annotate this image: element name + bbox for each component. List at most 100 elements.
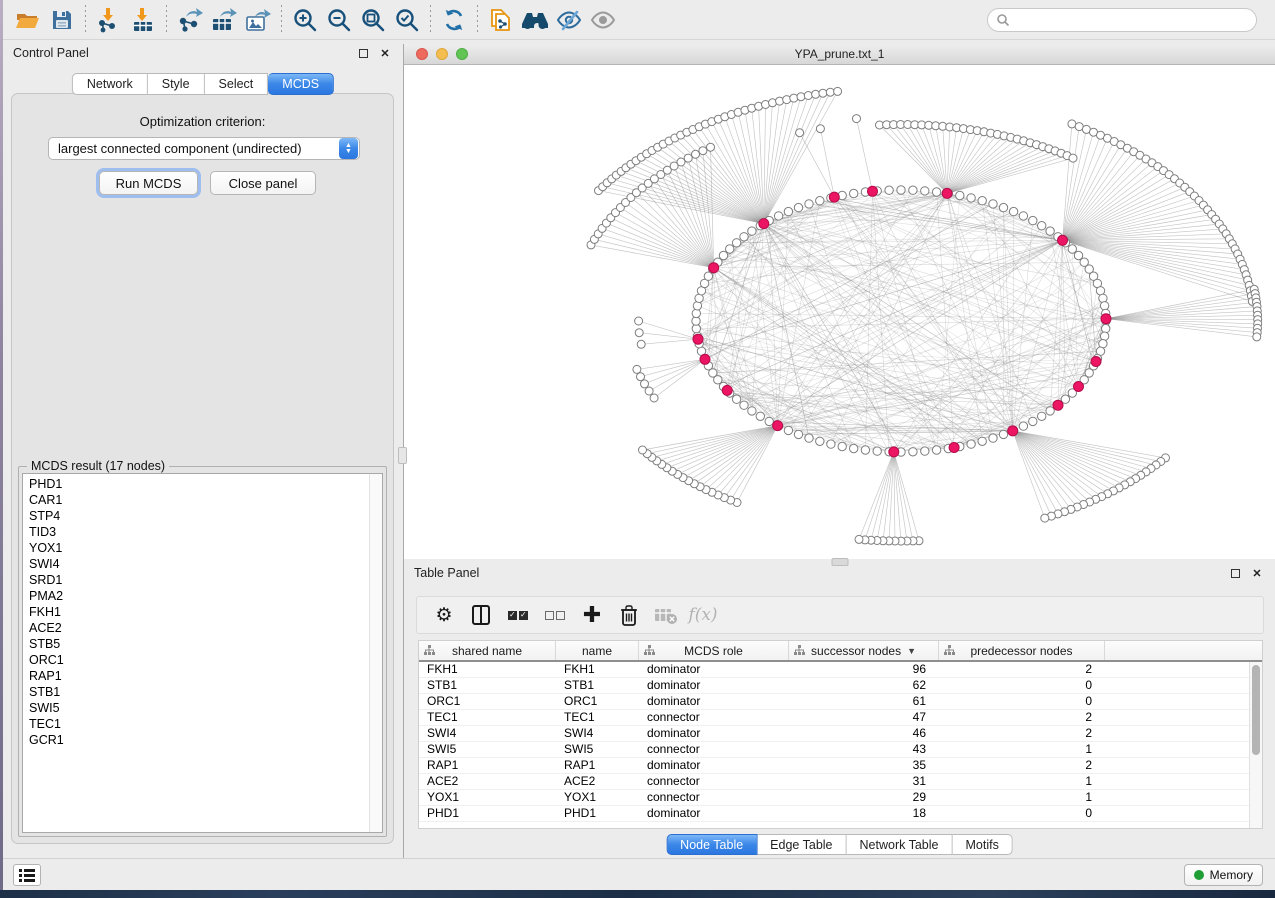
criterion-dropdown[interactable]: largest connected component (undirected)…	[48, 137, 360, 160]
column-header-successor-nodes[interactable]: successor nodes▼	[789, 641, 939, 660]
graph-node-selected[interactable]	[759, 219, 769, 229]
graph-node[interactable]	[921, 187, 929, 195]
graph-node[interactable]	[805, 200, 813, 208]
graph-node[interactable]	[635, 317, 643, 325]
graph-node[interactable]	[932, 446, 940, 454]
graph-node[interactable]	[873, 447, 881, 455]
graph-node[interactable]	[1046, 407, 1054, 415]
graph-node[interactable]	[1038, 222, 1046, 230]
mcds-list-scrollbar[interactable]	[369, 474, 382, 832]
hide-selected-icon[interactable]	[552, 6, 586, 34]
graph-node[interactable]	[637, 340, 645, 348]
save-icon[interactable]	[45, 6, 79, 34]
graph-node-selected[interactable]	[1101, 314, 1111, 324]
graph-node-selected[interactable]	[829, 192, 839, 202]
graph-node[interactable]	[633, 365, 641, 373]
delete-icon[interactable]	[616, 602, 642, 628]
graph-node[interactable]	[909, 448, 917, 456]
mcds-result-item[interactable]: YOX1	[23, 540, 368, 556]
graph-node[interactable]	[855, 535, 863, 543]
graph-node[interactable]	[740, 401, 748, 409]
graph-node[interactable]	[834, 87, 842, 95]
export-image-icon[interactable]	[241, 6, 275, 34]
graph-node[interactable]	[932, 188, 940, 196]
table-row[interactable]: PHD1PHD1dominator180	[419, 806, 1249, 822]
table-row[interactable]: SWI4SWI4dominator462	[419, 726, 1249, 742]
mcds-result-item[interactable]: GCR1	[23, 732, 368, 748]
export-network-icon[interactable]	[173, 6, 207, 34]
graph-node[interactable]	[639, 446, 647, 454]
float-panel-icon[interactable]	[355, 45, 371, 61]
import-table-icon[interactable]	[126, 6, 160, 34]
graph-node[interactable]	[794, 430, 802, 438]
graph-node[interactable]	[748, 407, 756, 415]
deselect-all-icon[interactable]	[542, 602, 568, 628]
graph-node[interactable]	[816, 125, 824, 133]
graph-node[interactable]	[677, 158, 685, 166]
graph-node[interactable]	[1009, 207, 1017, 215]
close-table-panel-icon[interactable]: ✕	[1249, 565, 1265, 581]
graph-node-selected[interactable]	[1058, 235, 1068, 245]
mcds-result-item[interactable]: TEC1	[23, 716, 368, 732]
graph-node[interactable]	[853, 115, 861, 123]
mcds-result-item[interactable]: FKH1	[23, 604, 368, 620]
tab-network-table[interactable]: Network Table	[847, 834, 953, 855]
graph-node[interactable]	[635, 329, 643, 337]
mcds-result-item[interactable]: SWI4	[23, 556, 368, 572]
graph-node[interactable]	[692, 150, 700, 158]
open-file-icon[interactable]	[11, 6, 45, 34]
column-header-name[interactable]: name	[556, 641, 639, 660]
graph-node[interactable]	[1100, 332, 1108, 340]
graph-node-selected[interactable]	[700, 354, 710, 364]
mcds-result-item[interactable]: SWI5	[23, 700, 368, 716]
graph-node[interactable]	[999, 430, 1007, 438]
graph-node[interactable]	[850, 444, 858, 452]
graph-node-selected[interactable]	[709, 263, 719, 273]
graph-node[interactable]	[1046, 227, 1054, 235]
table-row[interactable]: ACE2ACE2connector311	[419, 774, 1249, 790]
graph-node[interactable]	[1019, 422, 1027, 430]
table-row[interactable]: YOX1YOX1connector291	[419, 790, 1249, 806]
zoom-out-icon[interactable]	[322, 6, 356, 34]
graph-node[interactable]	[897, 186, 905, 194]
graph-node-selected[interactable]	[868, 186, 878, 196]
mcds-result-item[interactable]: STB1	[23, 684, 368, 700]
run-mcds-button[interactable]: Run MCDS	[99, 171, 198, 195]
refresh-layout-icon[interactable]	[437, 6, 471, 34]
graph-node[interactable]	[784, 207, 792, 215]
graph-node[interactable]	[1099, 294, 1107, 302]
graph-node[interactable]	[978, 437, 986, 445]
graph-node[interactable]	[956, 191, 964, 199]
graph-node[interactable]	[1100, 302, 1108, 310]
vertical-splitter-handle[interactable]	[398, 447, 407, 464]
mcds-result-item[interactable]: TID3	[23, 524, 368, 540]
tab-edge-table[interactable]: Edge Table	[757, 834, 846, 855]
memory-button[interactable]: Memory	[1184, 864, 1263, 886]
table-row[interactable]: SWI5SWI5connector431	[419, 742, 1249, 758]
tab-network[interactable]: Network	[72, 73, 148, 95]
graph-node[interactable]	[684, 154, 692, 162]
graph-node[interactable]	[641, 380, 649, 388]
graph-node[interactable]	[1102, 324, 1110, 332]
graph-node[interactable]	[748, 227, 756, 235]
close-panel-button[interactable]: Close panel	[210, 171, 316, 195]
graph-node[interactable]	[1068, 120, 1076, 128]
graph-node[interactable]	[816, 437, 824, 445]
graph-node[interactable]	[790, 94, 798, 102]
split-column-icon[interactable]	[468, 602, 494, 628]
graph-node[interactable]	[826, 88, 834, 96]
zoom-in-icon[interactable]	[288, 6, 322, 34]
mcds-result-item[interactable]: ACE2	[23, 620, 368, 636]
graph-node[interactable]	[805, 434, 813, 442]
column-header-predecessor-nodes[interactable]: predecessor nodes	[939, 641, 1105, 660]
graph-node[interactable]	[645, 387, 653, 395]
show-all-icon[interactable]	[586, 6, 620, 34]
graph-node[interactable]	[693, 302, 701, 310]
table-row[interactable]: FKH1FKH1dominator962	[419, 662, 1249, 678]
table-row[interactable]: RAP1RAP1dominator352	[419, 758, 1249, 774]
search-input[interactable]	[1010, 13, 1256, 27]
float-table-panel-icon[interactable]	[1227, 565, 1243, 581]
graph-node[interactable]	[796, 129, 804, 137]
graph-node[interactable]	[692, 309, 700, 317]
column-header-shared-name[interactable]: shared name	[419, 641, 556, 660]
